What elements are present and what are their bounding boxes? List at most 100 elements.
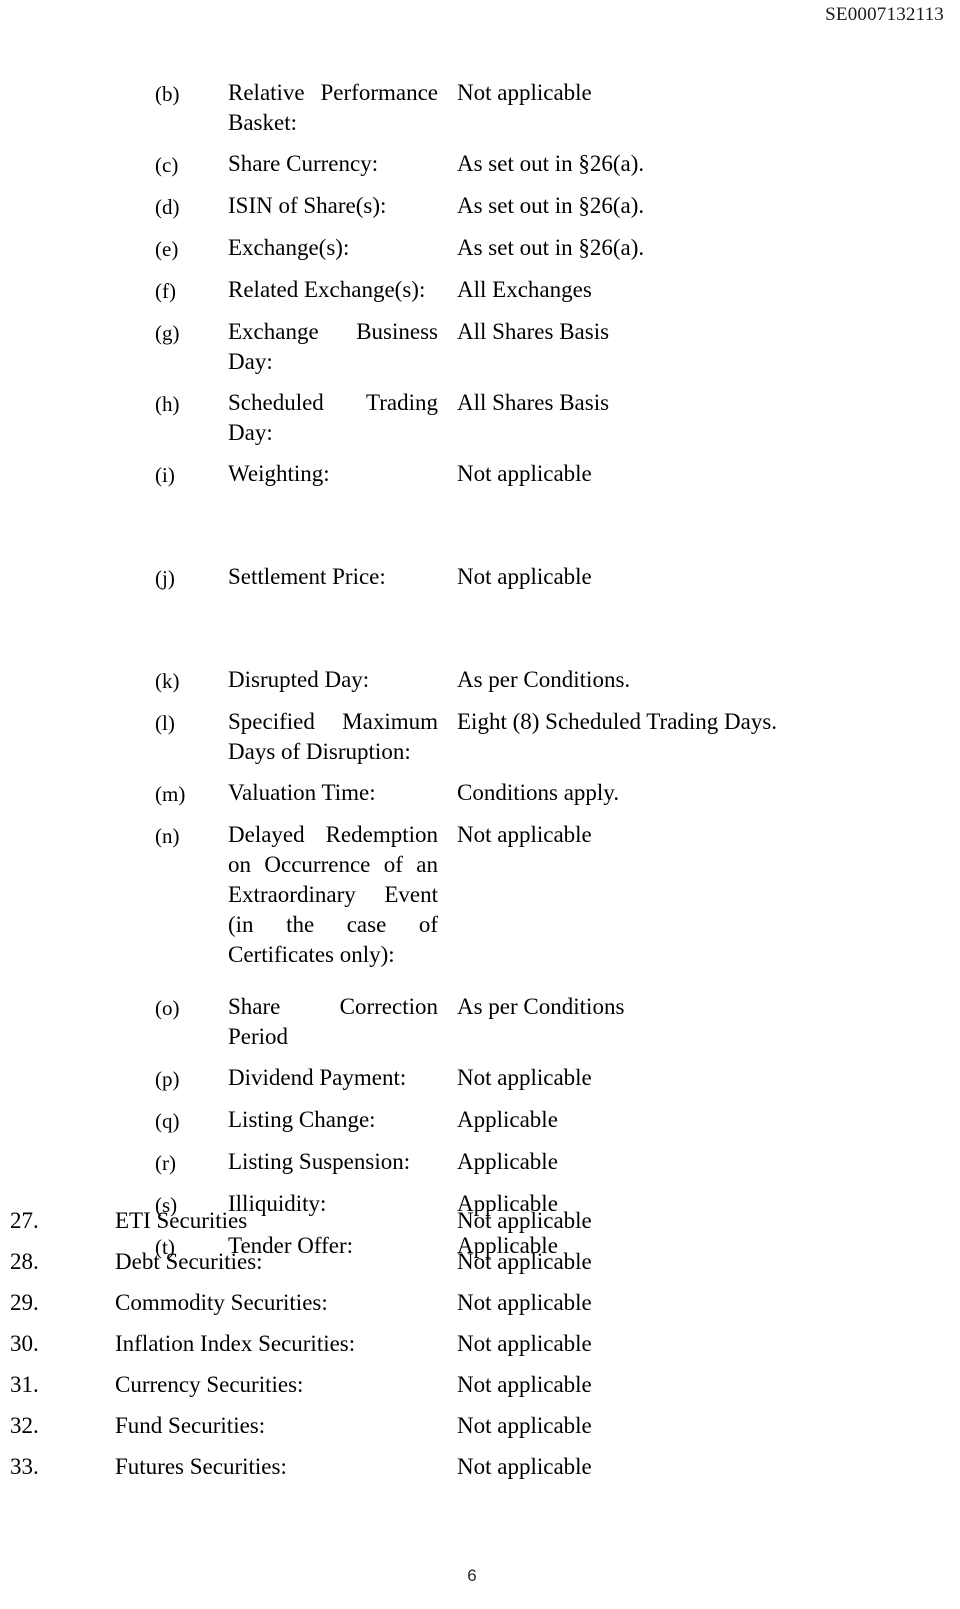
item-number: 27. [10,1208,39,1233]
item-value: Not applicable [457,1208,592,1233]
item-marker: (p) [155,1067,180,1091]
list-item: 30. Inflation Index Securities: Not appl… [0,1329,960,1370]
item-value: As set out in §26(a). [457,235,645,260]
item-label: ISIN of Share(s): [228,193,387,218]
item-value: Not applicable [457,1454,592,1479]
item-value: Not applicable [457,1413,592,1438]
item-value: Not applicable [457,1372,592,1397]
item-marker: (h) [155,392,180,416]
item-label: Inflation Index Securities: [115,1331,356,1356]
item-label: Dividend Payment: [228,1065,407,1090]
item-label: Listing Suspension: [228,1149,411,1174]
list-item: (e) Exchange(s): As set out in §26(a). [0,233,960,264]
item-number: 31. [10,1372,39,1397]
item-value: As per Conditions [457,994,625,1019]
list-item: (b) Relative Performance Basket: Not app… [0,78,960,138]
item-value: Not applicable [457,1290,592,1315]
item-label: Weighting: [228,461,330,486]
list-item: (i) Weighting: Not applicable [0,459,960,490]
list-item: (p) Dividend Payment: Not applicable [0,1063,960,1094]
list-item: (r) Listing Suspension: Applicable [0,1147,960,1178]
item-value: Not applicable [457,822,592,847]
page-number: 6 [467,1566,477,1585]
item-label: Debt Securities: [115,1249,263,1274]
item-value: Not applicable [457,461,592,486]
item-marker: (j) [155,566,175,590]
item-value: Applicable [457,1149,558,1174]
item-value: As per Conditions. [457,667,631,692]
item-number: 33. [10,1454,39,1479]
item-label: Delayed Redemption on Occurrence of an E… [228,822,438,967]
list-item: 31. Currency Securities: Not applicable [0,1370,960,1411]
list-item: (l) Specified Maximum Days of Disruption… [0,707,960,767]
item-value: Not applicable [457,1249,592,1274]
item-marker: (r) [155,1151,176,1175]
item-label: Valuation Time: [228,780,376,805]
item-marker: (l) [155,711,175,735]
list-item: (d) ISIN of Share(s): As set out in §26(… [0,191,960,222]
item-value: All Exchanges [457,277,592,302]
item-marker: (c) [155,153,179,177]
item-label: Share Correction Period [228,994,438,1049]
item-label: Futures Securities: [115,1454,287,1479]
item-label: Currency Securities: [115,1372,304,1397]
list-item: (k) Disrupted Day: As per Conditions. [0,665,960,696]
item-label: Settlement Price: [228,564,386,589]
list-item: (f) Related Exchange(s): All Exchanges [0,275,960,306]
item-marker: (q) [155,1109,180,1133]
item-label: Fund Securities: [115,1413,266,1438]
list-item: 29. Commodity Securities: Not applicable [0,1288,960,1329]
list-item: (h) Scheduled Trading Day: All Shares Ba… [0,388,960,448]
item-marker: (m) [155,782,186,806]
list-item: 27. ETI Securities Not applicable [0,1206,960,1247]
item-number: 28. [10,1249,39,1274]
item-marker: (n) [155,824,180,848]
list-item: (n) Delayed Redemption on Occurrence of … [0,820,960,970]
item-value: Not applicable [457,564,592,589]
item-label: Related Exchange(s): [228,277,426,302]
item-value: All Shares Basis [457,319,610,344]
item-number: 32. [10,1413,39,1438]
item-label: Share Currency: [228,151,379,176]
item-value: Conditions apply. [457,780,620,805]
item-label: Scheduled Trading Day: [228,390,438,445]
item-label: Exchange(s): [228,235,350,260]
item-marker: (f) [155,279,176,303]
list-item: 33. Futures Securities: Not applicable [0,1452,960,1493]
item-marker: (e) [155,237,179,261]
list-item: (g) Exchange Business Day: All Shares Ba… [0,317,960,377]
item-value: All Shares Basis [457,390,610,415]
document-header-reference: SE0007132113 [825,4,944,25]
list-item: (m) Valuation Time: Conditions apply. [0,778,960,809]
item-label: Commodity Securities: [115,1290,328,1315]
item-marker: (b) [155,82,180,106]
item-marker: (k) [155,669,180,693]
item-label: Exchange Business Day: [228,319,438,374]
item-label: Disrupted Day: [228,667,370,692]
item-value: Applicable [457,1107,558,1132]
document-page: SE0007132113 (b) Relative Performance Ba… [0,0,960,1609]
item-number: 29. [10,1290,39,1315]
list-item: (q) Listing Change: Applicable [0,1105,960,1136]
item-label: Specified Maximum Days of Disruption: [228,709,438,764]
list-item: (o) Share Correction Period As per Condi… [0,992,960,1052]
item-value: Not applicable [457,1331,592,1356]
lettered-items-list: (b) Relative Performance Basket: Not app… [0,78,960,1262]
list-item: (c) Share Currency: As set out in §26(a)… [0,149,960,180]
